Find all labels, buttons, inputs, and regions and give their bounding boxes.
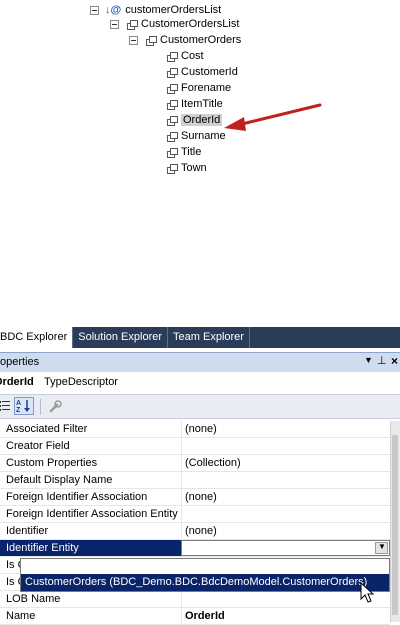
chevron-down-icon: ▼: [378, 542, 386, 551]
properties-title: Properties: [0, 356, 40, 368]
column-divider: [181, 489, 182, 505]
svg-text:A: A: [16, 400, 21, 407]
column-divider: [181, 472, 182, 488]
type-descriptor-icon: [167, 83, 178, 94]
tree-node-entity[interactable]: CustomerOrders: [129, 32, 241, 48]
tree-node-label: customerOrdersList: [125, 4, 222, 16]
type-descriptor-icon: [167, 163, 178, 174]
column-divider: [181, 506, 182, 522]
vertical-scrollbar[interactable]: [390, 421, 400, 622]
type-descriptor-icon: [167, 131, 178, 142]
toolbar-separator: [40, 399, 41, 415]
tree-field-label: Town: [181, 162, 207, 174]
method-icon: ↓@: [105, 4, 122, 16]
property-value-editor[interactable]: ▼: [181, 540, 390, 556]
dropdown-arrow-icon[interactable]: ▼: [364, 355, 373, 365]
property-row[interactable]: Foreign Identifier Association Entity: [0, 506, 390, 523]
column-divider: [181, 591, 182, 607]
property-name: Creator Field: [6, 440, 70, 452]
tree-node-label: CustomerOrders: [160, 34, 242, 46]
object-name: OrderId: [0, 376, 34, 388]
property-name: Identifier Entity: [6, 542, 79, 554]
mouse-cursor-icon: [360, 582, 374, 603]
property-row[interactable]: LOB Name: [0, 591, 390, 608]
alphabetical-sort-icon[interactable]: A Z: [14, 397, 34, 415]
property-row[interactable]: Name OrderId: [0, 608, 390, 625]
type-descriptor-icon: [167, 147, 178, 158]
property-name: Custom Properties: [6, 457, 98, 469]
svg-text:Z: Z: [16, 407, 21, 414]
property-name: LOB Name: [6, 593, 61, 605]
tree-field[interactable]: Title: [167, 144, 201, 160]
tree-field[interactable]: CustomerId: [167, 64, 238, 80]
identifier-entity-dropdown[interactable]: CustomerOrders (BDC_Demo.BDC.BdcDemoMode…: [20, 558, 390, 592]
property-name: Associated Filter: [6, 423, 88, 435]
type-descriptor-icon: [167, 115, 178, 126]
type-descriptor-icon: [167, 99, 178, 110]
tree-field[interactable]: ItemTitle: [167, 96, 223, 112]
object-type: TypeDescriptor: [44, 376, 118, 388]
tree-field-label: CustomerId: [181, 66, 238, 78]
properties-title-bar: Properties ▼ ⊥ ×: [0, 352, 400, 372]
close-icon[interactable]: ×: [391, 354, 398, 368]
tree-node-list[interactable]: CustomerOrdersList: [110, 16, 239, 32]
tree-field[interactable]: Town: [167, 160, 207, 176]
property-name: Foreign Identifier Association: [6, 491, 148, 503]
tree-field[interactable]: Surname: [167, 128, 226, 144]
property-value[interactable]: (none): [185, 525, 217, 537]
column-divider: [181, 455, 182, 471]
property-row[interactable]: Custom Properties (Collection): [0, 455, 390, 472]
tab-bdc-explorer[interactable]: BDC Explorer: [0, 327, 74, 348]
tree-field-label: Forename: [181, 82, 232, 94]
property-value[interactable]: (none): [185, 423, 217, 435]
property-value[interactable]: OrderId: [185, 610, 225, 622]
tab-team-explorer[interactable]: Team Explorer: [168, 327, 250, 348]
annotation-arrow: [224, 103, 322, 131]
tree-field-label: OrderId: [181, 114, 223, 126]
column-divider: [181, 523, 182, 539]
tree-field-label: Surname: [181, 130, 226, 142]
type-descriptor-icon: [167, 67, 178, 78]
property-row[interactable]: Associated Filter (none): [0, 421, 390, 438]
property-value[interactable]: (Collection): [185, 457, 241, 469]
categorized-icon[interactable]: [0, 399, 10, 413]
type-descriptor-icon: [146, 35, 157, 46]
tree-field-label: Title: [181, 146, 202, 158]
dropdown-option[interactable]: CustomerOrders (BDC_Demo.BDC.BdcDemoMode…: [21, 574, 389, 591]
column-divider: [181, 438, 182, 454]
property-name: Name: [6, 610, 36, 622]
property-row[interactable]: Default Display Name: [0, 472, 390, 489]
tab-solution-explorer[interactable]: Solution Explorer: [73, 327, 169, 348]
collapse-icon[interactable]: [110, 19, 119, 29]
tree-field[interactable]: Forename: [167, 80, 231, 96]
explorer-tab-bar: BDC Explorer Solution Explorer Team Expl…: [0, 327, 400, 348]
dropdown-button[interactable]: ▼: [375, 542, 388, 554]
object-selector[interactable]: OrderId TypeDescriptor: [0, 372, 400, 394]
property-row[interactable]: Identifier (none): [0, 523, 390, 540]
collapse-icon[interactable]: [129, 35, 138, 45]
collapse-icon[interactable]: [90, 5, 99, 15]
property-name: Foreign Identifier Association Entity: [6, 508, 178, 520]
properties-toolbar: A Z: [0, 394, 400, 419]
type-descriptor-icon: [127, 19, 138, 30]
tree-node-label: CustomerOrdersList: [141, 18, 240, 30]
tree-field-label: Cost: [181, 50, 204, 62]
tree-field[interactable]: Cost: [167, 48, 204, 64]
property-row-selected[interactable]: Identifier Entity ▼: [0, 540, 390, 557]
property-value[interactable]: (none): [185, 491, 217, 503]
tree-field-selected[interactable]: OrderId: [167, 112, 223, 128]
wrench-icon[interactable]: [48, 400, 62, 414]
property-row[interactable]: Creator Field: [0, 438, 390, 455]
tree-field-label: ItemTitle: [181, 98, 223, 110]
property-row[interactable]: Foreign Identifier Association (none): [0, 489, 390, 506]
scrollbar-thumb[interactable]: [392, 435, 398, 615]
property-name: Default Display Name: [6, 474, 113, 486]
type-descriptor-icon: [167, 51, 178, 62]
property-name: Identifier: [6, 525, 49, 537]
pin-icon[interactable]: ⊥: [377, 354, 387, 367]
column-divider: [181, 421, 182, 437]
